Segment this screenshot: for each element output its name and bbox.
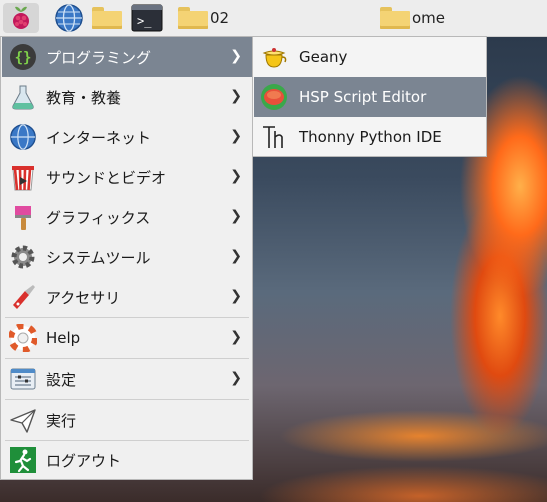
menu-item-graphics[interactable]: グラフィックス ❯ bbox=[2, 197, 252, 237]
menu-item-label: ログアウト bbox=[46, 451, 122, 470]
submenu-item-label: Thonny Python IDE bbox=[299, 128, 442, 146]
terminal-launcher[interactable]: >_ bbox=[131, 3, 163, 33]
hsp-script-editor-icon bbox=[259, 82, 289, 112]
logout-icon bbox=[8, 445, 38, 475]
file-manager-launcher[interactable] bbox=[92, 3, 122, 33]
menu-item-sound-video[interactable]: サウンドとビデオ ❯ bbox=[2, 157, 252, 197]
task-label: ome bbox=[412, 9, 446, 27]
menu-item-logout[interactable]: ログアウト bbox=[2, 440, 252, 480]
menu-item-label: 設定 bbox=[46, 370, 77, 389]
menu-item-label: 教育・教養 bbox=[46, 88, 122, 107]
menu-item-label: サウンドとビデオ bbox=[46, 168, 167, 187]
internet-icon bbox=[8, 122, 38, 152]
chevron-right-icon: ❯ bbox=[230, 208, 242, 224]
accessories-icon bbox=[8, 282, 38, 312]
chevron-right-icon: ❯ bbox=[230, 128, 242, 144]
svg-text:>_: >_ bbox=[137, 14, 152, 28]
file-manager-icon bbox=[92, 7, 122, 29]
menu-item-label: Help bbox=[46, 329, 81, 347]
menu-item-run[interactable]: 実行 bbox=[2, 400, 252, 440]
top-panel: >_ 02 ome bbox=[0, 0, 547, 37]
chevron-right-icon: ❯ bbox=[230, 168, 242, 184]
menu-item-label: インターネット bbox=[46, 128, 152, 147]
task-button-folder-home[interactable]: ome bbox=[380, 3, 445, 33]
submenu-item-thonny[interactable]: Thonny Python IDE bbox=[254, 117, 486, 157]
submenu-item-label: HSP Script Editor bbox=[299, 88, 427, 106]
web-browser-icon bbox=[55, 4, 83, 32]
programming-submenu: Geany HSP Script Editor Thonny Python ID… bbox=[252, 36, 487, 157]
chevron-right-icon: ❯ bbox=[230, 248, 242, 264]
menu-item-label: システムツール bbox=[46, 248, 151, 267]
folder-icon bbox=[178, 7, 208, 29]
programming-icon: {} bbox=[8, 42, 38, 72]
menu-item-internet[interactable]: インターネット ❯ bbox=[2, 117, 252, 157]
graphics-icon bbox=[8, 202, 38, 232]
menu-item-help[interactable]: Help ❯ bbox=[2, 318, 252, 358]
raspberry-pi-icon bbox=[13, 6, 29, 29]
browser-launcher[interactable] bbox=[54, 3, 84, 33]
menu-item-system-tools[interactable]: システムツール ❯ bbox=[2, 237, 252, 277]
menu-item-accessories[interactable]: アクセサリ ❯ bbox=[2, 277, 252, 317]
chevron-right-icon: ❯ bbox=[230, 370, 242, 386]
task-label: 02 bbox=[210, 9, 230, 27]
menu-item-label: グラフィックス bbox=[46, 208, 151, 227]
geany-icon bbox=[259, 42, 289, 72]
run-icon bbox=[8, 405, 38, 435]
task-button-folder-02[interactable]: 02 bbox=[178, 3, 229, 33]
submenu-item-label: Geany bbox=[299, 48, 348, 66]
chevron-right-icon: ❯ bbox=[230, 288, 242, 304]
chevron-right-icon: ❯ bbox=[230, 88, 242, 104]
menu-launcher-button[interactable] bbox=[3, 3, 39, 33]
education-icon bbox=[8, 82, 38, 112]
menu-item-settings[interactable]: 設定 ❯ bbox=[2, 359, 252, 399]
application-menu: {} プログラミング ❯ 教育・教養 ❯ インターネット ❯ サウンドとビデオ … bbox=[0, 36, 253, 480]
chevron-right-icon: ❯ bbox=[230, 329, 242, 345]
menu-item-label: 実行 bbox=[46, 411, 77, 430]
sound-video-icon bbox=[8, 162, 38, 192]
folder-icon bbox=[380, 7, 410, 29]
menu-item-label: プログラミング bbox=[46, 48, 152, 67]
thonny-icon bbox=[259, 122, 289, 152]
submenu-item-geany[interactable]: Geany bbox=[254, 37, 486, 77]
svg-text:{}: {} bbox=[15, 50, 32, 66]
menu-item-programming[interactable]: {} プログラミング ❯ bbox=[2, 37, 252, 77]
system-tools-icon bbox=[8, 242, 38, 272]
submenu-item-hsp-script-editor[interactable]: HSP Script Editor bbox=[254, 77, 486, 117]
terminal-icon: >_ bbox=[131, 4, 163, 32]
help-icon bbox=[8, 323, 38, 353]
menu-item-label: アクセサリ bbox=[46, 288, 121, 307]
chevron-right-icon: ❯ bbox=[230, 48, 242, 64]
menu-item-education[interactable]: 教育・教養 ❯ bbox=[2, 77, 252, 117]
settings-icon bbox=[8, 364, 38, 394]
